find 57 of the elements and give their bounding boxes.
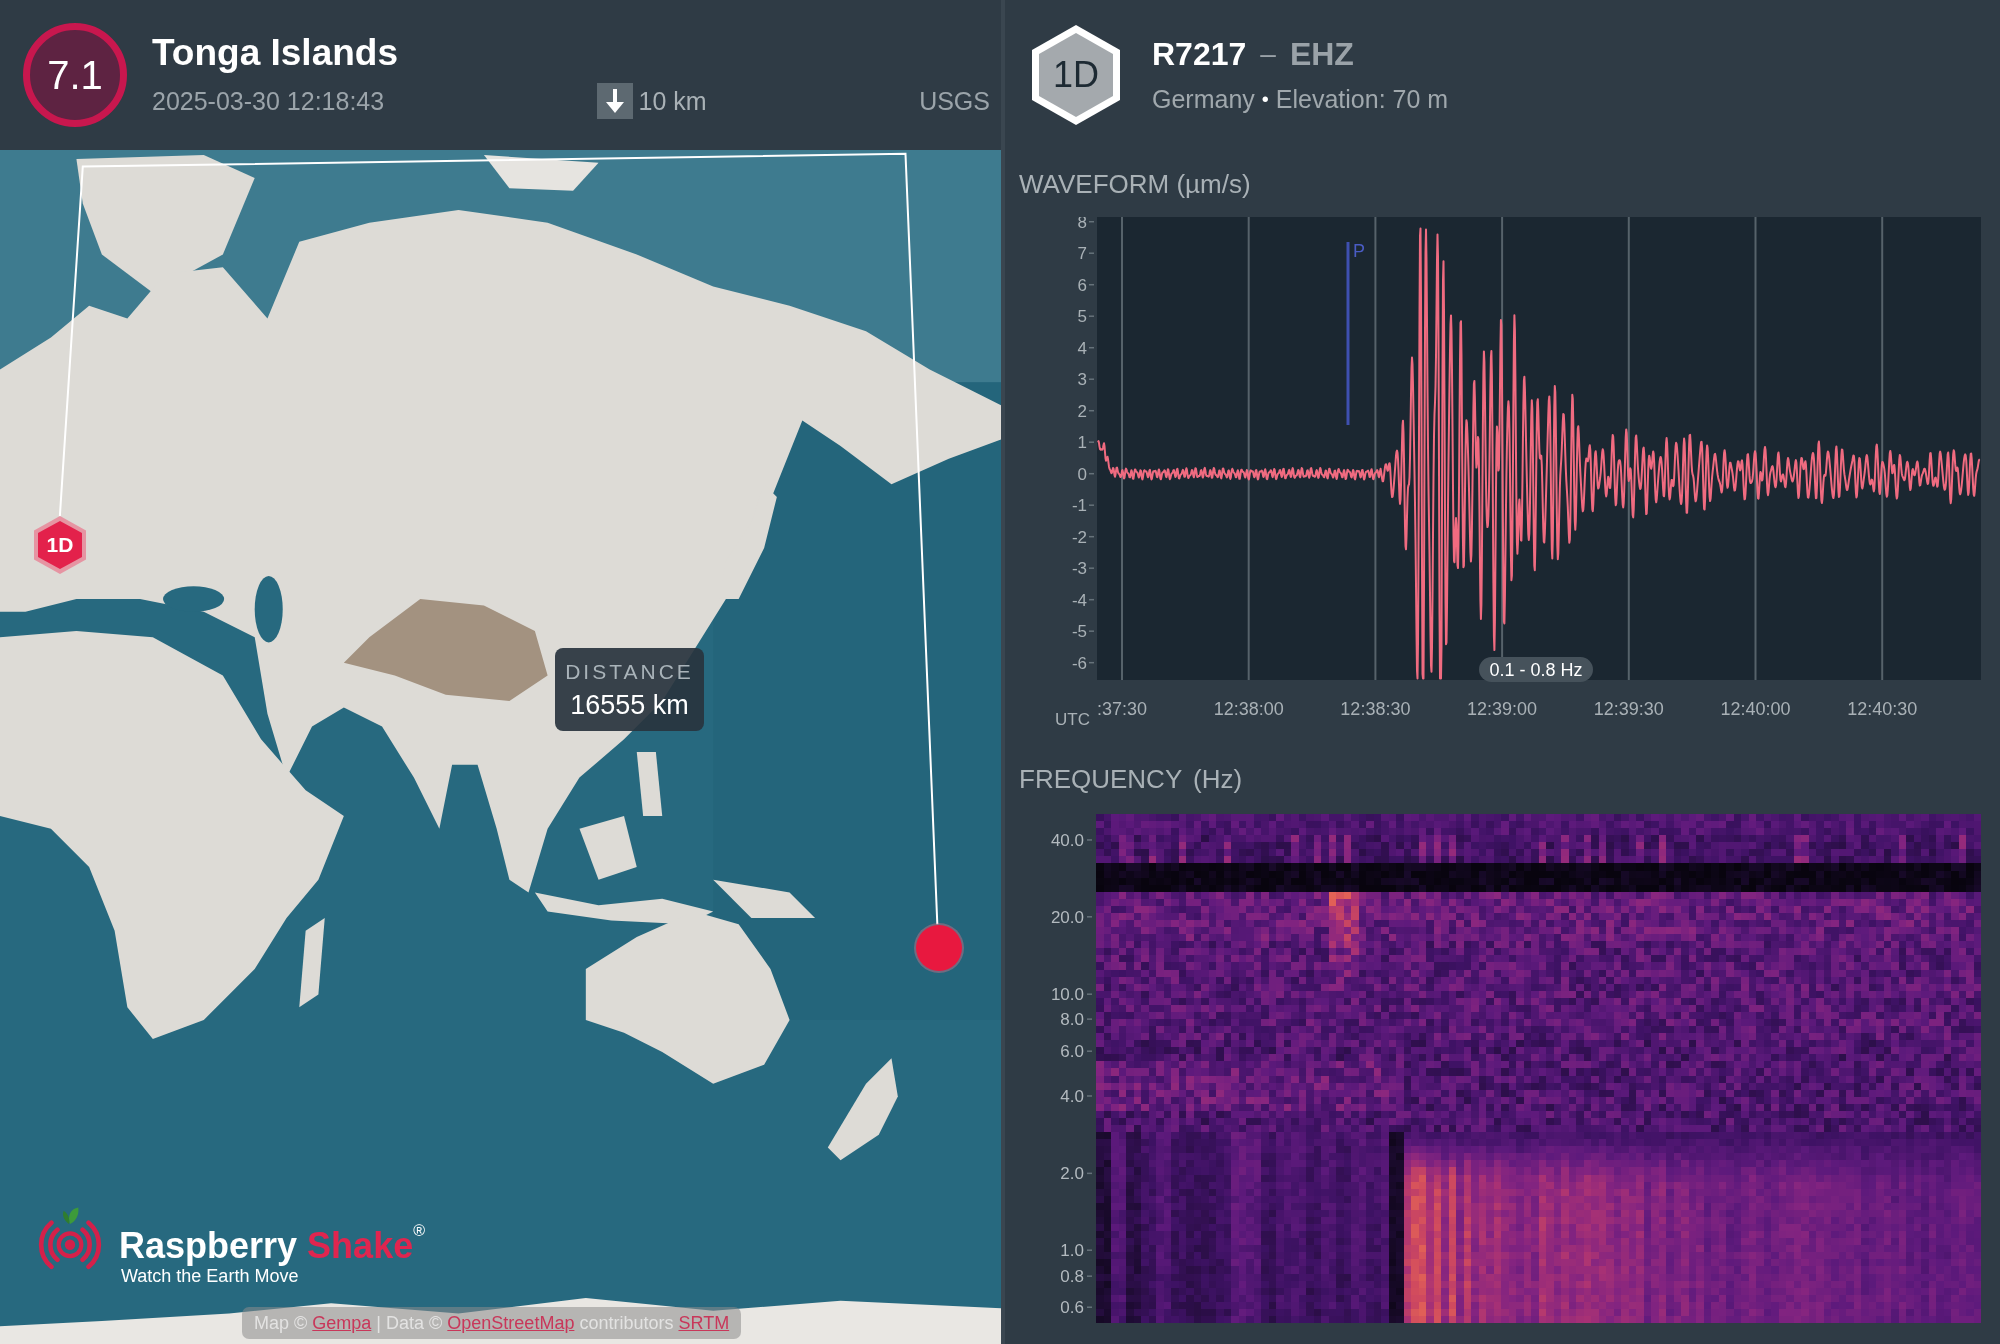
- distance-value: 16555 km: [570, 688, 689, 721]
- phase-label: P: [1353, 241, 1365, 261]
- y-axis-label: 5: [1077, 307, 1087, 327]
- tagline: Watch the Earth Move: [121, 1266, 299, 1287]
- y-axis-label: 10.0: [1050, 985, 1084, 1005]
- station-code: R7217: [1152, 35, 1247, 74]
- y-axis-label: -3: [1071, 559, 1087, 579]
- y-axis-label: 1: [1077, 433, 1087, 453]
- y-axis-label: -4: [1071, 590, 1087, 610]
- y-axis-label: -5: [1071, 622, 1087, 642]
- brand-name: Raspberry Shake$^{®}$: [119, 1221, 425, 1265]
- magnitude-badge: 7.1: [23, 23, 127, 127]
- spectrogram-title: FREQUENCY (Hz): [1018, 763, 1244, 796]
- epicenter-dot-icon: [916, 925, 962, 971]
- x-axis-label: 12:40:00: [1720, 699, 1791, 719]
- station-marker: 1D: [34, 516, 86, 574]
- y-axis-label: -2: [1071, 527, 1087, 547]
- attribution-link[interactable]: Gempa: [312, 1313, 372, 1333]
- x-axis-label: :37:30: [1097, 699, 1147, 719]
- y-axis-label: 0: [1077, 464, 1087, 484]
- y-axis-label: 2: [1077, 401, 1087, 421]
- y-axis-label: -6: [1071, 653, 1087, 673]
- depth-value: 10 km: [638, 86, 707, 117]
- y-axis-label: 3: [1077, 370, 1087, 390]
- y-axis-label: 7: [1077, 244, 1087, 264]
- y-axis-label: 6: [1077, 275, 1087, 295]
- x-axis-label: 12:38:30: [1340, 699, 1411, 719]
- distance-label: DISTANCE: [565, 658, 694, 685]
- source-label: USGS: [919, 86, 990, 117]
- y-axis-label: 4.0: [1060, 1087, 1084, 1106]
- x-axis-label: 12:39:30: [1593, 699, 1664, 719]
- x-axis-label: 12:38:00: [1213, 699, 1284, 719]
- y-axis-label: 20.0: [1050, 907, 1084, 927]
- station-elevation: Elevation: 70 m: [1275, 84, 1449, 115]
- y-axis-label: 0.8: [1060, 1267, 1084, 1287]
- channel-code: EHZ: [1289, 35, 1354, 74]
- event-title: Tonga Islands: [152, 31, 398, 75]
- separator: –: [1260, 37, 1276, 71]
- event-time: 2025-03-30 12:18:43: [152, 86, 385, 117]
- attribution-link[interactable]: SRTM: [678, 1313, 730, 1333]
- bullet-separator: •: [1261, 87, 1269, 112]
- y-axis-label: 1.0: [1060, 1241, 1084, 1261]
- y-axis-label: 6.0: [1060, 1042, 1084, 1062]
- waveform-title: WAVEFORM (µm/s): [1018, 168, 1252, 201]
- x-axis-label: 12:40:30: [1847, 699, 1918, 719]
- y-axis-label: 40.0: [1050, 830, 1084, 850]
- x-axis-label: 12:39:00: [1467, 699, 1538, 719]
- y-axis-label: -1: [1071, 496, 1087, 516]
- network-badge: 1D: [1032, 25, 1120, 125]
- y-axis-label: 4: [1077, 338, 1087, 358]
- y-axis-label: 0.6: [1060, 1298, 1084, 1318]
- attribution-link[interactable]: OpenStreetMap: [447, 1313, 575, 1333]
- filter-badge: 0.1 - 0.8 Hz: [1479, 657, 1593, 682]
- y-axis-label: 8.0: [1060, 1010, 1084, 1030]
- time-zone-label: UTC: [1055, 710, 1090, 729]
- station-country: Germany: [1152, 84, 1255, 115]
- y-axis-label: 2.0: [1060, 1164, 1084, 1184]
